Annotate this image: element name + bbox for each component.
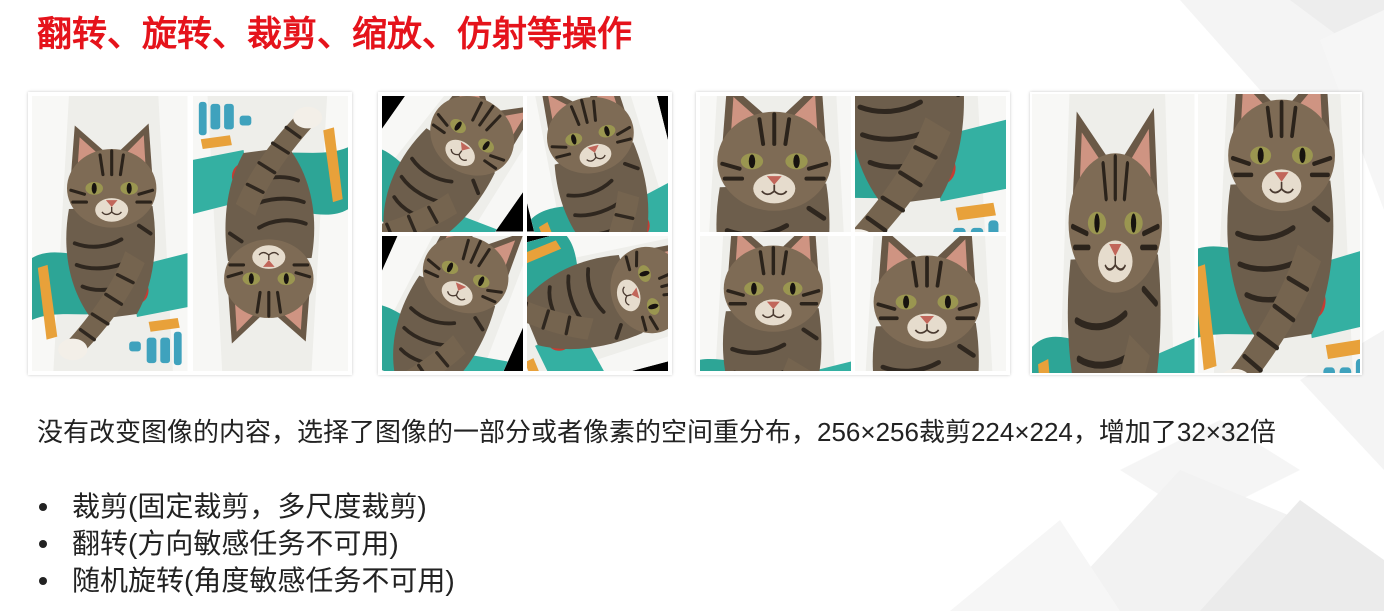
- cat-photo: [1032, 94, 1195, 373]
- bullet-dot-icon: [39, 503, 47, 511]
- bullet-text: 翻转(方向敏感任务不可用): [72, 528, 399, 559]
- cropped-image: [700, 96, 851, 232]
- bullet-item: 翻转(方向敏感任务不可用): [38, 525, 455, 562]
- scaled-image: [1032, 94, 1195, 373]
- slide-description: 没有改变图像的内容，选择了图像的一部分或者像素的空间重分布，256×256裁剪2…: [37, 417, 1276, 447]
- bullet-text: 随机旋转(角度敏感任务不可用): [72, 565, 455, 596]
- rotated-image: [382, 235, 523, 372]
- original-image: [32, 96, 188, 371]
- cat-photo: [32, 96, 188, 371]
- cropped-image: [855, 236, 1006, 372]
- cat-photo: [700, 96, 851, 232]
- scaled-image: [1198, 94, 1361, 373]
- cat-photo: [855, 96, 1006, 232]
- rotated-image: [527, 235, 668, 372]
- flip-example-group: [28, 92, 352, 375]
- bullet-list: 裁剪(固定裁剪，多尺度裁剪) 翻转(方向敏感任务不可用) 随机旋转(角度敏感任务…: [38, 488, 455, 599]
- crop-example-group: [696, 92, 1010, 375]
- cat-photo: [855, 236, 1006, 372]
- cropped-image: [855, 96, 1006, 232]
- cat-photo: [527, 236, 668, 372]
- cropped-image: [700, 236, 851, 372]
- slide-title: 翻转、旋转、裁剪、缩放、仿射等操作: [37, 15, 633, 54]
- flipped-image: [193, 96, 349, 371]
- bullet-dot-icon: [39, 540, 47, 548]
- rotated-image: [527, 96, 668, 232]
- scale-example-group: [1030, 92, 1362, 375]
- cat-photo: [193, 96, 349, 371]
- cat-photo: [1198, 94, 1361, 373]
- cat-photo: [382, 96, 523, 232]
- rotation-example-group: [378, 92, 672, 375]
- bullet-item: 随机旋转(角度敏感任务不可用): [38, 562, 455, 599]
- cat-photo: [527, 96, 668, 232]
- bullet-dot-icon: [39, 577, 47, 585]
- cat-photo: [700, 236, 851, 372]
- cat-photo: [382, 236, 523, 372]
- bullet-item: 裁剪(固定裁剪，多尺度裁剪): [38, 488, 455, 525]
- bullet-text: 裁剪(固定裁剪，多尺度裁剪): [72, 491, 427, 522]
- rotated-image: [382, 96, 523, 232]
